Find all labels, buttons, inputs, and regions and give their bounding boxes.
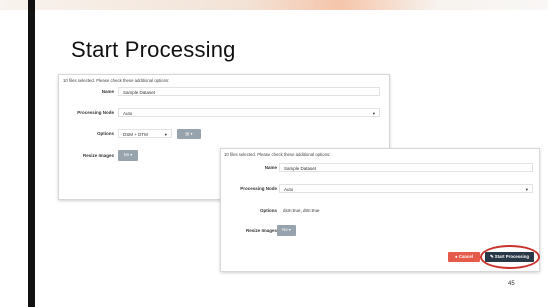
slide-accent-bar bbox=[28, 0, 35, 307]
top-gradient bbox=[0, 0, 548, 10]
processing-node-value: Auto bbox=[284, 187, 294, 192]
processing-node-select[interactable]: Auto ▾ bbox=[118, 108, 380, 117]
options-value: dsm:true, dtm:true bbox=[283, 208, 320, 213]
chevron-down-icon: ▾ bbox=[190, 131, 193, 136]
resize-images-label: Resize Images bbox=[82, 153, 114, 158]
settings-icon: ▤ bbox=[185, 131, 190, 136]
info-text: 10 files selected. Please check these ad… bbox=[224, 152, 331, 157]
info-text: 10 files selected. Please check these ad… bbox=[63, 78, 170, 83]
options-label: Options bbox=[260, 208, 277, 213]
options-settings-button[interactable]: ▤ ▾ bbox=[177, 129, 201, 139]
name-label: Name bbox=[264, 165, 277, 170]
processing-node-label: Processing Node bbox=[77, 110, 114, 115]
select-caret-icon: ▾ bbox=[164, 132, 167, 137]
resize-images-label: Resize Images bbox=[245, 228, 277, 233]
name-input[interactable]: Sample Dataset bbox=[279, 163, 533, 172]
cancel-button[interactable]: ● Cancel bbox=[448, 252, 480, 262]
select-caret-icon: ▾ bbox=[525, 187, 528, 192]
resize-images-dropdown[interactable]: No ▾ bbox=[118, 150, 138, 161]
options-select[interactable]: DSM + DTM ▾ bbox=[118, 129, 172, 138]
options-label: Options bbox=[97, 131, 114, 136]
options-value: DSM + DTM bbox=[123, 132, 148, 137]
name-input[interactable]: Sample Dataset bbox=[118, 87, 380, 96]
highlight-annotation bbox=[480, 245, 540, 269]
screenshot-dialog-2: 10 files selected. Please check these ad… bbox=[220, 148, 540, 272]
processing-node-select[interactable]: Auto ▾ bbox=[279, 184, 533, 193]
processing-node-label: Processing Node bbox=[240, 186, 277, 191]
processing-node-value: Auto bbox=[123, 111, 133, 116]
select-caret-icon: ▾ bbox=[372, 111, 375, 116]
resize-images-dropdown[interactable]: No ▾ bbox=[277, 225, 296, 236]
name-label: Name bbox=[101, 89, 114, 94]
slide-title: Start Processing bbox=[71, 37, 236, 62]
page-number: 45 bbox=[508, 281, 515, 287]
